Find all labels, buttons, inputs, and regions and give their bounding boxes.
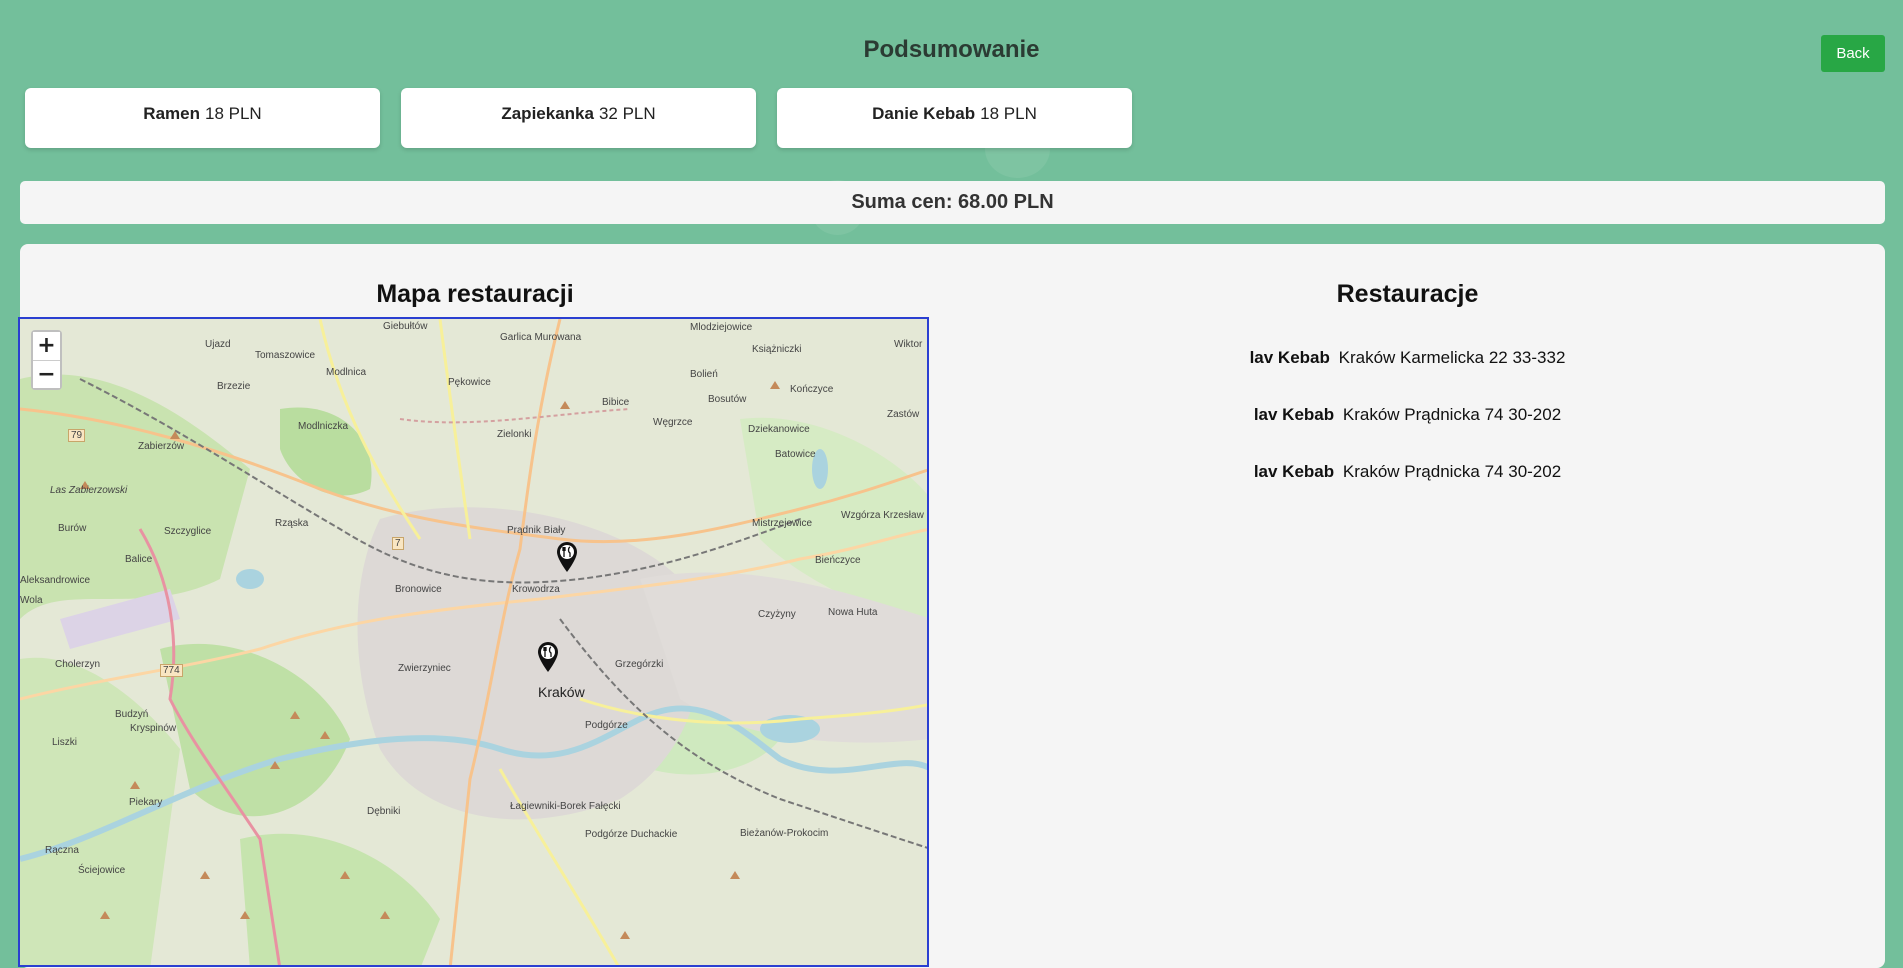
map-label: Liszki xyxy=(52,737,78,748)
zoom-out-button[interactable]: − xyxy=(33,360,60,388)
map-label: Bieńczyce xyxy=(815,555,861,566)
map-label: Wzgórza Krzesław xyxy=(841,510,924,521)
order-items: Ramen 18 PLN Zapiekanka 32 PLN Danie Keb… xyxy=(25,88,1132,148)
map-label: Dziekanowice xyxy=(748,424,810,435)
main-panel: Mapa restauracji Restauracje Giebułtów U… xyxy=(18,244,1885,968)
road-number: 79 xyxy=(68,429,86,442)
map-label: Modlniczka xyxy=(298,421,349,432)
zoom-control: + − xyxy=(31,330,62,390)
map-label: Pękowice xyxy=(448,377,491,388)
map-label: Balice xyxy=(125,554,153,565)
map-label: Rączna xyxy=(45,845,79,856)
map-label: Podgórze Duchackie xyxy=(585,829,678,840)
map-label: Las Zabierzowski xyxy=(50,485,128,496)
map-label: Ujazd xyxy=(205,339,231,350)
map-label: Aleksandrowice xyxy=(20,575,91,586)
map-label: Burów xyxy=(58,523,87,534)
item-name: Danie Kebab xyxy=(872,104,976,123)
map-label: Szczyglice xyxy=(164,526,212,537)
item-name: Zapiekanka xyxy=(501,104,594,123)
map-label: Kończyce xyxy=(790,384,834,395)
back-button[interactable]: Back xyxy=(1821,35,1885,72)
map-label: Krowodrza xyxy=(512,584,560,595)
restaurant-map[interactable]: Giebułtów Ujazd Tomaszowice Zielonki Bib… xyxy=(18,317,929,967)
zoom-in-button[interactable]: + xyxy=(33,332,60,360)
restaurants-title: Restauracje xyxy=(1336,280,1479,308)
map-label: Dębniki xyxy=(367,806,401,817)
map-label: Kryspinów xyxy=(130,723,177,734)
map-label: Brzezie xyxy=(217,381,251,392)
map-label: Tomaszowice xyxy=(255,350,316,361)
map-tiles xyxy=(20,319,927,965)
map-label: Prądnik Biały xyxy=(507,525,566,536)
map-label: Wola xyxy=(20,595,43,606)
restaurant-name: lav Kebab xyxy=(1249,348,1330,367)
map-label: Budzyń xyxy=(115,709,149,720)
map-label: Zwierzyniec xyxy=(398,663,451,674)
restaurant-address: Kraków Karmelicka 22 33-332 xyxy=(1338,348,1566,367)
restaurant-item: lav Kebab Kraków Prądnicka 74 30-202 xyxy=(1254,405,1561,425)
map-label: Zielonki xyxy=(497,429,532,440)
price-summary: Suma cen: 68.00 PLN xyxy=(20,181,1885,224)
map-label: Łagiewniki-Borek Fałęcki xyxy=(510,801,621,812)
map-label: Bolień xyxy=(690,369,718,380)
map-title: Mapa restauracji xyxy=(376,280,574,308)
item-price: 18 PLN xyxy=(980,104,1037,123)
item-price: 32 PLN xyxy=(598,104,656,123)
map-label: Batowice xyxy=(775,449,816,460)
map-label: Wiktor xyxy=(894,339,923,350)
map-label: Grzegórzki xyxy=(615,659,664,670)
page-title: Podsumowanie xyxy=(863,36,1040,63)
restaurant-address: Kraków Prądnicka 74 30-202 xyxy=(1342,462,1562,481)
restaurant-name: lav Kebab xyxy=(1253,462,1335,481)
map-label: Mlodziejowice xyxy=(690,322,753,333)
map-label: Podgórze xyxy=(585,720,628,731)
map-label: Bosutów xyxy=(708,394,747,405)
map-label: Czyżyny xyxy=(758,609,796,620)
map-label: Zastów xyxy=(887,409,920,420)
restaurant-list: lav Kebab Kraków Karmelicka 22 33-332 la… xyxy=(930,348,1885,482)
map-label: Rząska xyxy=(275,518,309,529)
restaurant-item: lav Kebab Kraków Karmelicka 22 33-332 xyxy=(1250,348,1566,368)
restaurant-name: lav Kebab xyxy=(1253,405,1335,424)
map-label: Modlnica xyxy=(326,367,367,378)
map-label: Nowa Huta xyxy=(828,607,878,618)
item-price: 18 PLN xyxy=(204,104,262,123)
item-name: Ramen xyxy=(143,104,200,123)
order-item-card: Danie Kebab 18 PLN xyxy=(777,88,1132,148)
restaurant-marker-icon[interactable] xyxy=(555,541,579,573)
map-label: Cholerzyn xyxy=(55,659,101,670)
restaurant-item: lav Kebab Kraków Prądnicka 74 30-202 xyxy=(1254,462,1561,482)
road-number: 774 xyxy=(160,664,183,677)
map-label: Zabierzów xyxy=(138,441,185,452)
order-item-card: Ramen 18 PLN xyxy=(25,88,380,148)
map-label: Garlica Murowana xyxy=(500,332,582,343)
map-label: Mistrzejowice xyxy=(752,518,813,529)
map-label: Węgrzce xyxy=(653,417,693,428)
map-label: Ściejowice xyxy=(78,865,126,876)
restaurant-address: Kraków Prądnicka 74 30-202 xyxy=(1342,405,1562,424)
order-item-card: Zapiekanka 32 PLN xyxy=(401,88,756,148)
city-label: Kraków xyxy=(538,684,585,700)
road-number: 7 xyxy=(392,537,404,550)
map-label: Książniczki xyxy=(752,344,802,355)
map-label: Bronowice xyxy=(395,584,442,595)
map-label: Bibice xyxy=(602,397,630,408)
map-label: Giebułtów xyxy=(383,321,428,332)
map-label: Piekary xyxy=(129,797,163,808)
restaurant-marker-icon[interactable] xyxy=(536,641,560,673)
map-label: Bieżanów-Prokocim xyxy=(740,828,829,839)
